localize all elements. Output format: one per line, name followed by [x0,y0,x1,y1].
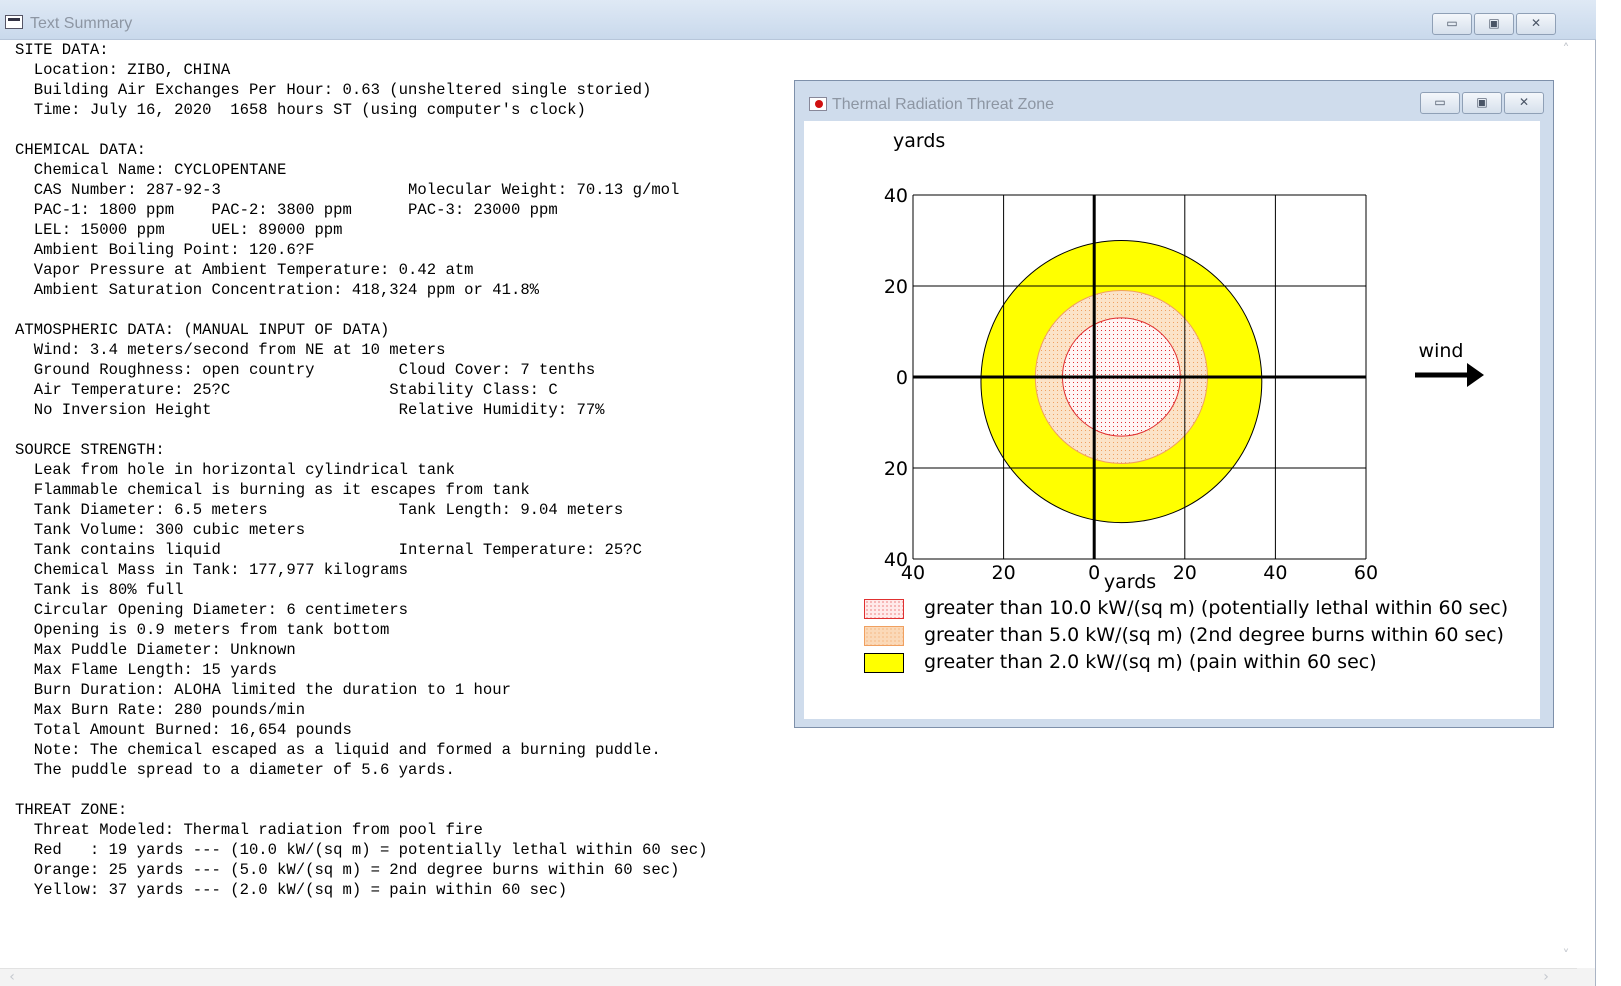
summary-line: Red : 19 yards --- (10.0 kW/(sq m) = pot… [15,841,708,859]
wind-arrow-icon [1415,363,1484,387]
y-tick-label: 20 [884,458,908,480]
maximize-button[interactable]: ▣ [1474,13,1514,35]
threat-close-button[interactable]: ✕ [1504,92,1544,114]
size-grip[interactable] [1577,968,1595,986]
x-tick-label: 40 [901,562,925,584]
legend-label: greater than 2.0 kW/(sq m) (pain within … [924,651,1377,673]
horizontal-scrollbar[interactable]: ‹ › [0,968,1577,986]
legend-swatch [864,599,904,619]
summary-line: The puddle spread to a diameter of 5.6 y… [15,761,455,779]
threat-zone-title: Thermal Radiation Threat Zone [832,96,1055,113]
x-tick-label: 20 [1173,562,1197,584]
scroll-left-icon[interactable]: ‹ [4,969,20,985]
scroll-up-icon[interactable]: ˄ [1558,42,1574,58]
summary-line: THREAT ZONE: [15,801,128,819]
legend-label: greater than 5.0 kW/(sq m) (2nd degree b… [924,624,1504,646]
summary-line: Yellow: 37 yards --- (2.0 kW/(sq m) = pa… [15,881,568,899]
y-tick-label: 40 [884,185,908,207]
x-tick-label: 0 [1088,562,1100,584]
summary-line: SITE DATA: [15,41,109,59]
x-tick-label: 20 [992,562,1016,584]
y-tick-label: 20 [884,276,908,298]
text-summary-titlebar[interactable]: Text Summary ▭ ▣ ✕ [0,0,1596,40]
x-tick-label: 40 [1263,562,1287,584]
summary-line: Note: The chemical escaped as a liquid a… [15,741,661,759]
scroll-right-icon[interactable]: › [1538,969,1554,985]
threat-zone-plot-area: yards yards 40 20 0 20 40 40 20 0 20 40 60 wind g… [804,121,1540,719]
threat-minimize-button[interactable]: ▭ [1420,92,1460,114]
text-window-icon [5,15,23,29]
scroll-down-icon[interactable]: ˅ [1558,948,1574,964]
summary-line: Location: ZIBO, CHINA [15,61,231,79]
threat-window-icon [809,97,827,111]
vertical-scrollbar[interactable]: ˄ ˅ [1555,40,1577,968]
legend-label: greater than 10.0 kW/(sq m) (potentially… [924,597,1509,619]
legend-swatch [864,626,904,646]
summary-line: Orange: 25 yards --- (5.0 kW/(sq m) = 2n… [15,861,680,879]
x-axis-label: yards [1104,571,1156,593]
legend-item: greater than 10.0 kW/(sq m) (potentially… [864,597,1534,621]
threat-maximize-button[interactable]: ▣ [1462,92,1502,114]
threat-zone-window: Thermal Radiation Threat Zone ▭ ▣ ✕ yard… [794,80,1554,728]
legend-swatch [864,653,904,673]
summary-line: Threat Modeled: Thermal radiation from p… [15,821,483,839]
wind-label: wind [1419,340,1464,362]
minimize-button[interactable]: ▭ [1432,13,1472,35]
y-axis-label: yards [893,130,945,152]
x-tick-label: 60 [1354,562,1378,584]
summary-line [15,780,1555,800]
legend-item: greater than 5.0 kW/(sq m) (2nd degree b… [864,624,1534,648]
y-tick-label: 0 [896,367,908,389]
legend-item: greater than 2.0 kW/(sq m) (pain within … [864,651,1534,675]
close-button[interactable]: ✕ [1516,13,1556,35]
text-summary-title: Text Summary [30,15,133,32]
